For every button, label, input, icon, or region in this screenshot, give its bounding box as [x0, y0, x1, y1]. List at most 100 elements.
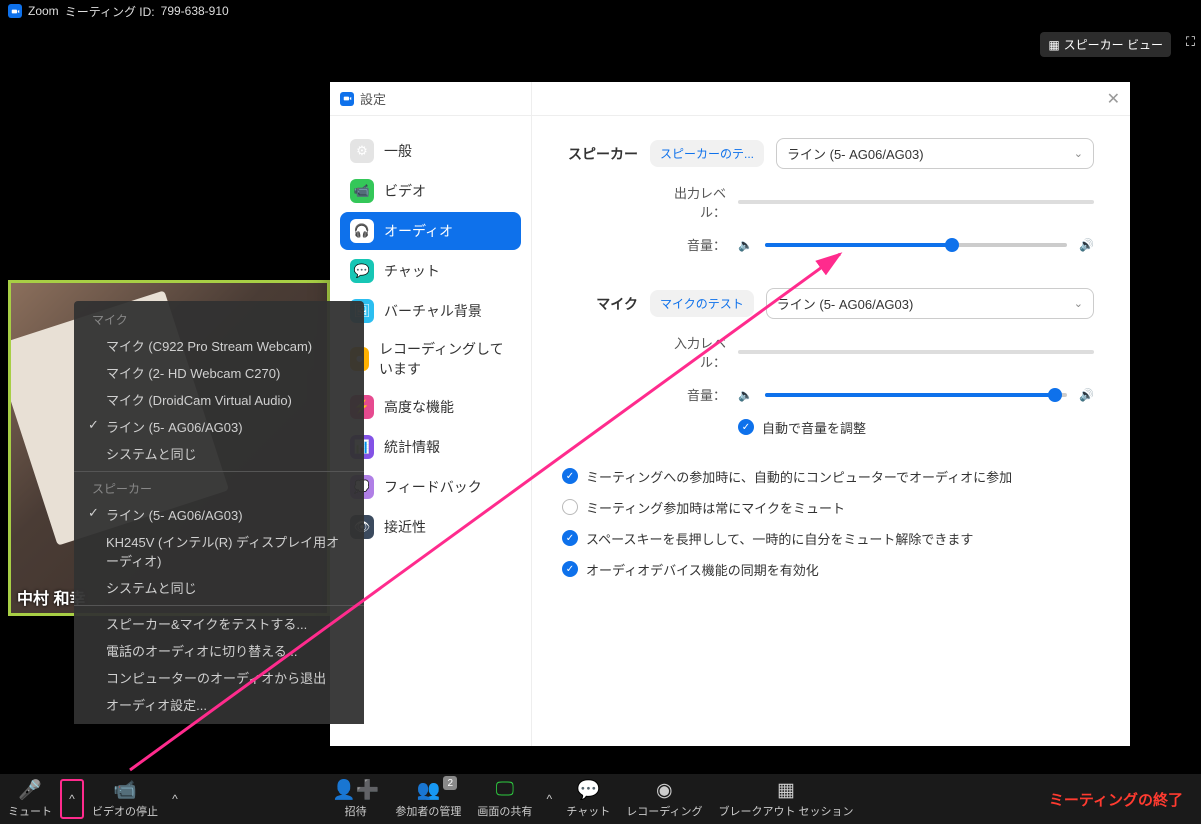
settings-nav-item[interactable]: 💬チャット [340, 252, 521, 290]
settings-nav-item[interactable]: 💭フィードバック [340, 468, 521, 506]
record-icon: ◉ [656, 779, 673, 801]
stop-video-button[interactable]: 📹 ビデオの停止 [84, 776, 166, 822]
nav-item-label: チャット [384, 261, 440, 281]
audio-menu-action[interactable]: 電話のオーディオに切り替える... [74, 637, 364, 664]
zoom-logo-icon [8, 4, 22, 18]
settings-nav-item[interactable]: 👁接近性 [340, 508, 521, 546]
settings-nav-item[interactable]: 📹 ビデオ [340, 172, 521, 210]
audio-options-menu: マイク マイク (C922 Pro Stream Webcam)マイク (2- … [74, 301, 364, 724]
settings-dialog: 設定 ✕ ⚙ 一般 📹 ビデオ 🎧 オーディオ 💬チャット🖼バーチャル背景⏺レコーディングし… [330, 82, 1130, 746]
settings-audio-panel: スピーカー スピーカーのテ... ライン (5- AG06/AG03) ⌄ 出力… [532, 82, 1130, 746]
participants-count-badge: 2 [443, 776, 457, 790]
auto-volume-checkbox[interactable]: ✓ [738, 419, 754, 435]
test-speaker-button[interactable]: スピーカーのテ... [650, 140, 764, 167]
nav-item-label: 高度な機能 [384, 397, 454, 417]
chevron-down-icon: ⌄ [1074, 147, 1083, 160]
speaker-menu-item[interactable]: ライン (5- AG06/AG03) [74, 501, 364, 528]
auto-join-audio-checkbox[interactable]: ✓ [562, 468, 578, 484]
invite-button[interactable]: 👤➕ 招待 [324, 776, 387, 822]
breakout-button[interactable]: ▦ ブレークアウト セッション [710, 776, 861, 822]
speaker-output-level [738, 200, 1094, 204]
audio-menu-action[interactable]: スピーカー&マイクをテストする... [74, 610, 364, 637]
output-level-label: 出力レベル： [650, 183, 726, 221]
mic-menu-item[interactable]: マイク (2- HD Webcam C270) [74, 359, 364, 386]
share-options-caret[interactable]: ^ [540, 779, 558, 819]
invite-icon: 👤➕ [332, 779, 379, 801]
nav-item-label: バーチャル背景 [384, 301, 482, 321]
speaker-device-select[interactable]: ライン (5- AG06/AG03) ⌄ [776, 138, 1094, 169]
speaker-view-button[interactable]: ▦ スピーカー ビュー [1040, 32, 1171, 57]
audio-menu-action[interactable]: オーディオ設定... [74, 691, 364, 718]
nav-icon: 📹 [350, 179, 374, 203]
video-options-caret[interactable]: ^ [166, 779, 184, 819]
nav-icon: 🎧 [350, 219, 374, 243]
volume-high-icon: 🔊 [1079, 238, 1094, 252]
mic-menu-header: マイク [74, 307, 364, 332]
mic-menu-item[interactable]: システムと同じ [74, 440, 364, 467]
mic-menu-item[interactable]: マイク (DroidCam Virtual Audio) [74, 386, 364, 413]
manage-participants-button[interactable]: 👥 2 参加者の管理 [387, 776, 469, 822]
sync-audio-device-checkbox[interactable]: ✓ [562, 561, 578, 577]
mic-menu-item[interactable]: ライン (5- AG06/AG03) [74, 413, 364, 440]
close-icon[interactable]: ✕ [1107, 89, 1120, 109]
settings-titlebar: 設定 ✕ [330, 82, 1130, 116]
share-screen-button[interactable]: 🖵 画面の共有 [469, 776, 540, 822]
settings-nav-item[interactable]: ⏺レコーディングしています [340, 332, 521, 386]
speaker-menu-header: スピーカー [74, 476, 364, 501]
speaker-menu-item[interactable]: KH245V (インテル(R) ディスプレイ用オーディオ) [74, 528, 364, 574]
nav-icon: ⚙ [350, 139, 374, 163]
sync-audio-device-label: オーディオデバイス機能の同期を有効化 [586, 560, 819, 579]
nav-item-label: 一般 [384, 141, 412, 161]
window-titlebar: Zoom ミーティング ID: 799-638-910 [0, 0, 1201, 22]
recording-button[interactable]: ◉ レコーディング [618, 776, 710, 822]
meeting-label: ミーティング ID: [65, 3, 155, 20]
speaker-volume-label: 音量： [650, 235, 726, 254]
meeting-toolbar: 🎤 ミュート ^ 📹 ビデオの停止 ^ 👤➕ 招待 👥 2 参加者の管理 🖵 画… [0, 774, 1201, 824]
settings-nav-item[interactable]: ⚡高度な機能 [340, 388, 521, 426]
mic-menu-item[interactable]: マイク (C922 Pro Stream Webcam) [74, 332, 364, 359]
meeting-id: 799-638-910 [161, 4, 229, 18]
nav-item-label: オーディオ [384, 221, 453, 241]
spacekey-unmute-checkbox[interactable]: ✓ [562, 530, 578, 546]
spacekey-unmute-label: スペースキーを長押しして、一時的に自分をミュート解除できます [586, 529, 973, 548]
settings-nav-item[interactable]: 📊統計情報 [340, 428, 521, 466]
participants-icon: 👥 [416, 779, 440, 801]
mute-on-join-checkbox[interactable] [562, 499, 578, 515]
meeting-area: ▦ スピーカー ビュー ⛶ 中村 和幸 設定 ✕ ⚙一般📹ビデオ🎧オーディオ💬チ… [0, 22, 1201, 774]
speaker-menu-item[interactable]: システムと同じ [74, 574, 364, 601]
auto-join-audio-label: ミーティングへの参加時に、自動的にコンピューターでオーディオに参加 [586, 467, 1012, 486]
mic-volume-label: 音量： [650, 385, 726, 404]
mute-on-join-label: ミーティング参加時は常にマイクをミュート [586, 498, 845, 517]
menu-separator [74, 471, 364, 472]
chat-icon: 💬 [576, 779, 600, 801]
volume-low-icon: 🔈 [738, 238, 753, 252]
test-mic-button[interactable]: マイクのテスト [650, 290, 754, 317]
volume-high-icon: 🔊 [1079, 388, 1094, 402]
settings-title: 設定 [360, 89, 386, 108]
chat-button[interactable]: 💬 チャット [558, 776, 618, 822]
nav-item-label: ビデオ [384, 181, 426, 201]
mic-device-select[interactable]: ライン (5- AG06/AG03) ⌄ [766, 288, 1094, 319]
zoom-logo-icon [340, 92, 354, 106]
nav-item-label: フィードバック [384, 477, 482, 497]
speaker-section-label: スピーカー [562, 144, 638, 164]
app-name: Zoom [28, 4, 59, 18]
share-screen-icon: 🖵 [496, 779, 514, 801]
microphone-icon: 🎤 [18, 779, 42, 801]
audio-options-caret[interactable]: ^ [60, 779, 84, 819]
settings-nav-item[interactable]: 🖼バーチャル背景 [340, 292, 521, 330]
gallery-icon: ▦ [1048, 38, 1059, 52]
mute-button[interactable]: 🎤 ミュート [0, 776, 60, 822]
mic-volume-slider[interactable] [765, 393, 1067, 397]
auto-volume-label: 自動で音量を調整 [762, 418, 866, 437]
settings-nav-item[interactable]: ⚙ 一般 [340, 132, 521, 170]
nav-item-label: 接近性 [384, 517, 426, 537]
end-meeting-button[interactable]: ミーティングの終了 [1031, 789, 1201, 810]
chevron-down-icon: ⌄ [1074, 297, 1083, 310]
mic-input-level [738, 350, 1094, 354]
video-camera-icon: 📹 [113, 779, 137, 801]
settings-nav-item[interactable]: 🎧 オーディオ [340, 212, 521, 250]
fullscreen-button[interactable]: ⛶ [1186, 34, 1195, 50]
audio-menu-action[interactable]: コンピューターのオーディオから退出 [74, 664, 364, 691]
speaker-volume-slider[interactable] [765, 243, 1067, 247]
